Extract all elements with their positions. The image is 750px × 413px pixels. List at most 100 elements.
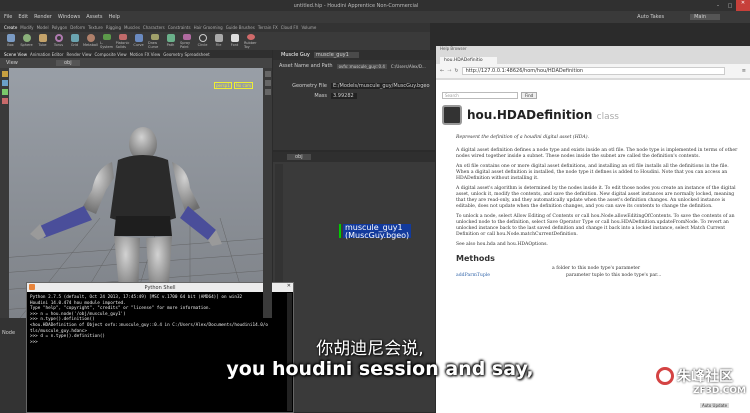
node-name-field[interactable]: muscle_guy1 <box>313 52 359 58</box>
shelf-tab[interactable]: Constraints <box>168 25 191 30</box>
wireframe-icon[interactable] <box>264 80 271 86</box>
shelf-tab[interactable]: Hair Grooming <box>194 25 223 30</box>
select-icon[interactable] <box>1 71 8 77</box>
circle-tool[interactable]: Circle <box>196 33 209 49</box>
doc-paragraph: A digital asset definition defines a nod… <box>456 148 738 159</box>
rubber-toy-tool[interactable]: Rubber Toy <box>244 33 257 49</box>
path-tool[interactable]: Path <box>164 33 177 49</box>
help-browser-chrome: Help Browser hou.HDADefinitio ← → ↻ http… <box>436 46 750 80</box>
asset-name-label: Asset Name and Path <box>279 63 333 69</box>
parameter-pane: Muscle Guy muscle_guy1 Asset Name and Pa… <box>273 50 435 150</box>
draw-curve-tool[interactable]: Draw Curve <box>148 33 161 49</box>
tab-animation-editor[interactable]: Animation Editor <box>30 52 64 57</box>
maximize-icon[interactable]: □ <box>724 3 736 9</box>
spray-paint-tool[interactable]: Spray Paint <box>180 33 193 49</box>
tab-composite-view[interactable]: Composite View <box>95 52 127 57</box>
grid-tool[interactable]: Grid <box>68 33 81 49</box>
shelf-tab[interactable]: Texture <box>88 25 103 30</box>
shelf-tab[interactable]: Characters <box>143 25 165 30</box>
geometry-file-field[interactable]: E:/Models/muscule_guy/MuscGuy.bgeo <box>331 83 430 89</box>
shelf-tab[interactable]: Deform <box>70 25 85 30</box>
shelf-tab[interactable]: Model <box>37 25 49 30</box>
cam-menu[interactable]: No cam <box>233 82 254 89</box>
sphere-tool[interactable]: Sphere <box>20 33 33 49</box>
scene-viewport[interactable] <box>0 58 272 318</box>
shelf-tab[interactable]: Volume <box>301 25 316 30</box>
menu-edit[interactable]: Edit <box>18 14 28 20</box>
node-sublabel: (MuscGuy.bgeo) <box>345 231 410 240</box>
move-icon[interactable] <box>1 80 8 86</box>
display-options-icon[interactable] <box>264 71 271 77</box>
reload-icon[interactable]: ↻ <box>454 68 458 74</box>
tab-scene-view[interactable]: Scene View <box>4 52 27 57</box>
platonic-tool[interactable]: Platonic Solids <box>116 33 129 49</box>
node-tab[interactable]: Node <box>0 330 26 336</box>
shelf-tab[interactable]: Cloud FX <box>281 25 299 30</box>
tab-render-view[interactable]: Render View <box>66 52 91 57</box>
python-shell-title: Python Shell <box>144 284 176 291</box>
method-add-parm-tuple[interactable]: addParmTuple <box>456 273 490 278</box>
viewport-path[interactable]: obj <box>56 60 80 66</box>
mass-field[interactable]: 3.99282 <box>331 93 357 99</box>
watermark-url: ZF3D.COM <box>692 386 746 396</box>
file-tool[interactable]: File <box>212 33 225 49</box>
scale-icon[interactable] <box>1 98 8 104</box>
doc-paragraph: An otl file contains one or more digital… <box>456 164 729 181</box>
menu-windows[interactable]: Windows <box>58 14 80 20</box>
watermark: 朱峰社区 ZF3D.COM <box>656 366 750 406</box>
shading-icon[interactable] <box>264 89 271 95</box>
find-button[interactable]: Find <box>521 92 538 99</box>
shelf-tab[interactable]: Rigging <box>106 25 121 30</box>
persp-menu[interactable]: persp1 <box>214 82 232 89</box>
curve-tool[interactable]: Curve <box>132 33 145 49</box>
search-input[interactable]: Search <box>442 92 518 99</box>
rotate-icon[interactable] <box>1 89 8 95</box>
tree-icon <box>102 33 111 40</box>
class-tagline: Represent the definition of a houdini di… <box>456 135 589 140</box>
shelf-tools: Box Sphere Tube Torus Grid Metaball L-Sy… <box>0 32 430 50</box>
back-icon[interactable]: ← <box>440 68 444 74</box>
asset-name-value[interactable]: ovfx::muscule_guy::0.4 <box>336 63 387 69</box>
tab-geometry-spreadsheet[interactable]: Geometry Spreadsheet <box>163 52 209 57</box>
close-icon[interactable]: ✕ <box>736 0 750 11</box>
tube-tool[interactable]: Tube <box>36 33 49 49</box>
metaball-tool[interactable]: Metaball <box>83 33 98 49</box>
viewport-right-toolbar <box>263 68 272 318</box>
menu-help[interactable]: Help <box>108 14 119 20</box>
forward-icon[interactable]: → <box>447 68 451 74</box>
class-suffix: class <box>596 112 619 122</box>
shelf-tab[interactable]: Terrain FX <box>258 25 278 30</box>
address-bar[interactable]: http://127.0.0.1:48626/hom/hou/HDADefini… <box>461 67 725 75</box>
box-tool[interactable]: Box <box>4 33 17 49</box>
shelf-tab[interactable]: Guide Brushes <box>226 25 255 30</box>
tab-motion-fx[interactable]: Motion FX View <box>130 52 161 57</box>
param-header: Muscle Guy muscle_guy1 <box>273 50 435 60</box>
desktop-select[interactable]: Main <box>690 14 720 20</box>
auto-takes-toggle[interactable]: Auto Takes <box>637 14 664 20</box>
curve-icon <box>134 33 143 42</box>
shelf-tab[interactable]: Create <box>4 25 17 30</box>
shelf-tab[interactable]: Muscles <box>124 25 140 30</box>
view-camera-menu: persp1 No cam <box>214 82 254 89</box>
asset-path-value[interactable]: C:/Users/Alex/D... <box>391 64 426 69</box>
menu-assets[interactable]: Assets <box>86 14 102 20</box>
torus-tool[interactable]: Torus <box>52 33 65 49</box>
lsystem-tool[interactable]: L-System <box>100 33 113 49</box>
viewport-tabs: Scene View Animation Editor Render View … <box>0 50 272 58</box>
mass-label: Mass <box>314 93 327 99</box>
browser-tab[interactable]: hou.HDADefinitio <box>440 57 497 64</box>
menu-icon[interactable]: ≡ <box>742 68 746 74</box>
menu-render[interactable]: Render <box>34 14 52 20</box>
help-pane-label: Help Browser <box>440 46 467 51</box>
menu-file[interactable]: File <box>4 14 12 20</box>
shelf-tab[interactable]: Polygon <box>52 25 68 30</box>
shelf-tab[interactable]: Modify <box>20 25 33 30</box>
tube-icon <box>38 33 47 42</box>
menu-bar: File Edit Render Windows Assets Help Aut… <box>0 11 750 23</box>
font-tool[interactable]: Font <box>228 33 241 49</box>
minimize-icon[interactable]: – <box>712 3 724 9</box>
muscle-guy-node[interactable]: muscule_guy1 (MuscGuy.bgeo) <box>339 224 412 240</box>
auto-update-status[interactable]: Auto Update <box>700 403 730 408</box>
close-icon[interactable]: ✕ <box>287 283 291 289</box>
network-path[interactable]: obj <box>287 154 311 160</box>
